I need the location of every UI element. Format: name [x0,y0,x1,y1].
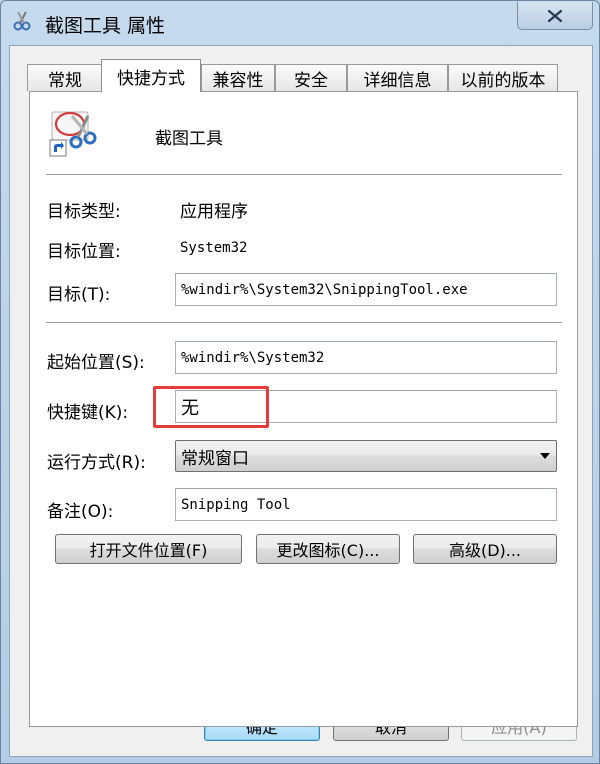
target-location-value: System32 [180,240,248,256]
close-button[interactable] [517,2,593,30]
scissors-shortcut-icon [49,111,97,157]
tab-compatibility[interactable]: 兼容性 [201,64,275,91]
dialog-client-area: 常规 快捷方式 兼容性 安全 详细信息 以前的版本 截图工具 目标类型: 应用程… [9,45,593,757]
comment-field[interactable]: Snipping Tool [175,488,557,521]
chevron-down-icon [540,453,550,459]
open-file-location-button[interactable]: 打开文件位置(F) [55,534,242,564]
hotkey-label: 快捷键(K): [47,403,129,423]
tab-details[interactable]: 详细信息 [347,64,448,91]
separator [46,322,562,324]
tab-previous-versions[interactable]: 以前的版本 [448,64,558,91]
tab-general[interactable]: 常规 [27,64,103,91]
target-field[interactable]: %windir%\System32\SnippingTool.exe [175,273,557,306]
red-highlight-box [153,386,269,428]
target-location-label: 目标位置: [47,242,121,262]
close-icon [548,9,562,22]
title-bar[interactable]: 截图工具 属性 [1,1,600,45]
target-type-label: 目标类型: [47,202,121,222]
tab-shortcut[interactable]: 快捷方式 [101,59,201,92]
comment-field-value: Snipping Tool [181,496,291,513]
comment-label: 备注(O): [47,502,114,522]
start-in-field[interactable]: %windir%\System32 [175,341,557,374]
shortcut-name: 截图工具 [155,129,223,149]
target-type-value: 应用程序 [180,202,248,222]
target-label: 目标(T): [47,285,111,305]
tab-security[interactable]: 安全 [275,64,347,91]
change-icon-button[interactable]: 更改图标(C)... [256,534,400,564]
run-dropdown-value: 常规窗口 [181,448,249,469]
start-in-field-value: %windir%\System32 [181,349,325,366]
run-label: 运行方式(R): [47,453,146,473]
separator [46,174,562,176]
window-title: 截图工具 属性 [45,15,166,37]
advanced-button[interactable]: 高级(D)... [413,534,557,564]
target-field-value: %windir%\System32\SnippingTool.exe [181,281,468,298]
run-dropdown[interactable]: 常规窗口 [175,440,557,472]
start-in-label: 起始位置(S): [47,353,145,373]
scissors-app-icon [13,11,31,31]
dialog-window: 截图工具 属性 常规 快捷方式 兼容性 安全 详细信息 以前的版本 截图工具 目… [0,0,600,764]
shortcut-tab-panel: 截图工具 目标类型: 应用程序 目标位置: System32 目标(T): %w… [29,91,578,727]
